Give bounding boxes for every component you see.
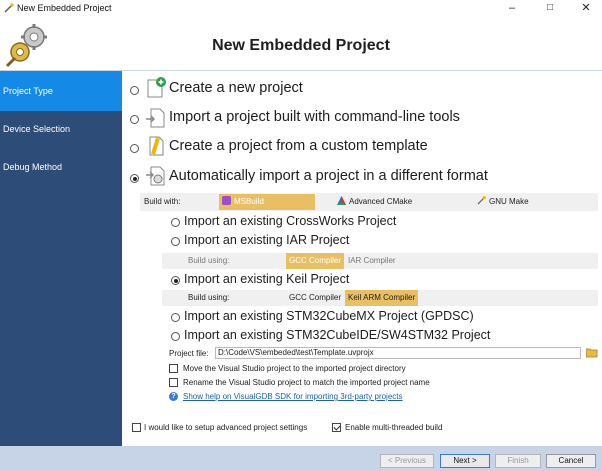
auto-import-label[interactable]: Automatically import a project in a diff… bbox=[169, 168, 488, 184]
rename-project-label[interactable]: Rename the Visual Studio project to matc… bbox=[183, 378, 430, 387]
multithreaded-build-label[interactable]: Enable multi-threaded build bbox=[345, 423, 442, 432]
iar-build-using-label: Build using: bbox=[188, 256, 230, 265]
gnu-make-label: GNU Make bbox=[489, 197, 529, 206]
crossworks-label[interactable]: Import an existing CrossWorks Project bbox=[184, 214, 396, 228]
maximize-button[interactable]: □ bbox=[534, 0, 566, 17]
create-new-label[interactable]: Create a new project bbox=[169, 80, 303, 96]
sidebar-item-project-type[interactable]: Project Type bbox=[0, 71, 122, 111]
auto-import-radio[interactable] bbox=[130, 174, 139, 183]
iar-gcc-compiler-option[interactable]: GCC Compiler bbox=[286, 253, 345, 269]
gnu-make-option[interactable]: GNU Make bbox=[474, 194, 532, 210]
custom-template-radio[interactable] bbox=[130, 144, 139, 153]
advanced-settings-checkbox[interactable] bbox=[132, 423, 141, 432]
advanced-cmake-label: Advanced CMake bbox=[349, 197, 413, 206]
gnu-make-icon bbox=[477, 196, 486, 205]
move-project-label[interactable]: Move the Visual Studio project to the im… bbox=[183, 364, 406, 373]
iar-label[interactable]: Import an existing IAR Project bbox=[184, 233, 349, 247]
create-new-radio[interactable] bbox=[130, 86, 139, 95]
import-cmdline-radio[interactable] bbox=[130, 115, 139, 124]
template-wand-icon bbox=[149, 136, 164, 156]
keil-build-using-bar: Build using: GCC Compiler Keil ARM Compi… bbox=[162, 290, 598, 306]
page-title: New Embedded Project bbox=[212, 37, 390, 54]
folder-browse-icon[interactable] bbox=[586, 347, 598, 358]
wizard-footer: < Previous Next > Finish Cancel bbox=[0, 446, 602, 471]
build-with-bar: Build with: MSBuild Advanced CMake GNU M… bbox=[140, 193, 598, 211]
minimize-button[interactable]: – bbox=[496, 0, 528, 17]
new-document-icon bbox=[147, 77, 166, 98]
close-button[interactable]: ✕ bbox=[570, 0, 602, 17]
stm32cubeide-radio[interactable] bbox=[171, 332, 180, 341]
finish-button[interactable]: Finish bbox=[495, 454, 541, 468]
iar-radio[interactable] bbox=[171, 237, 180, 246]
crossworks-radio[interactable] bbox=[171, 218, 180, 227]
keil-arm-compiler-option[interactable]: Keil ARM Compiler bbox=[345, 290, 419, 306]
multithreaded-build-checkbox[interactable] bbox=[332, 423, 341, 432]
wizard-content: Create a new project Import a project bu… bbox=[122, 71, 602, 446]
move-project-checkbox[interactable] bbox=[169, 364, 178, 373]
wizard-sidebar: Project Type Device Selection Debug Meth… bbox=[0, 71, 122, 446]
stm32cubemx-label[interactable]: Import an existing STM32CubeMX Project (… bbox=[184, 309, 474, 323]
iar-compiler-option[interactable]: IAR Compiler bbox=[345, 253, 399, 269]
build-with-label: Build with: bbox=[144, 197, 181, 206]
sidebar-item-debug-method[interactable]: Debug Method bbox=[0, 147, 122, 187]
keil-gcc-compiler-option[interactable]: GCC Compiler bbox=[286, 290, 344, 306]
msbuild-option[interactable]: MSBuild bbox=[219, 194, 315, 210]
title-bar: New Embedded Project – □ ✕ bbox=[0, 0, 602, 17]
cancel-button[interactable]: Cancel bbox=[546, 454, 596, 468]
next-button[interactable]: Next > bbox=[440, 454, 490, 468]
msbuild-icon bbox=[222, 196, 231, 205]
advanced-settings-label[interactable]: I would like to setup advanced project s… bbox=[144, 423, 307, 432]
import-document-icon bbox=[146, 108, 165, 128]
cmake-triangle-icon bbox=[337, 196, 346, 205]
keil-radio[interactable] bbox=[171, 276, 180, 285]
convert-project-icon bbox=[146, 166, 165, 186]
help-link[interactable]: Show help on VisualGDB SDK for importing… bbox=[183, 392, 403, 401]
import-cmdline-label[interactable]: Import a project built with command-line… bbox=[169, 109, 460, 125]
wizard-header: New Embedded Project bbox=[0, 17, 602, 71]
iar-build-using-bar: Build using: GCC Compiler IAR Compiler bbox=[162, 253, 598, 269]
keil-build-using-label: Build using: bbox=[188, 293, 230, 302]
sidebar-item-device-selection[interactable]: Device Selection bbox=[0, 109, 122, 149]
wand-app-icon bbox=[4, 3, 14, 13]
msbuild-label: MSBuild bbox=[234, 197, 264, 206]
help-icon: ? bbox=[169, 392, 178, 401]
advanced-cmake-option[interactable]: Advanced CMake bbox=[334, 194, 415, 210]
custom-template-label[interactable]: Create a project from a custom template bbox=[169, 138, 428, 154]
rename-project-checkbox[interactable] bbox=[169, 378, 178, 387]
stm32cubemx-radio[interactable] bbox=[171, 313, 180, 322]
stm32cubeide-label[interactable]: Import an existing STM32CubeIDE/SW4STM32… bbox=[184, 328, 490, 342]
project-file-input[interactable]: D:\Code\VS\embeded\test\Template.uvprojx bbox=[215, 347, 581, 359]
previous-button[interactable]: < Previous bbox=[380, 454, 434, 468]
project-file-label: Project file: bbox=[169, 349, 209, 358]
window-title: New Embedded Project bbox=[17, 3, 112, 13]
keil-label[interactable]: Import an existing Keil Project bbox=[184, 272, 349, 286]
